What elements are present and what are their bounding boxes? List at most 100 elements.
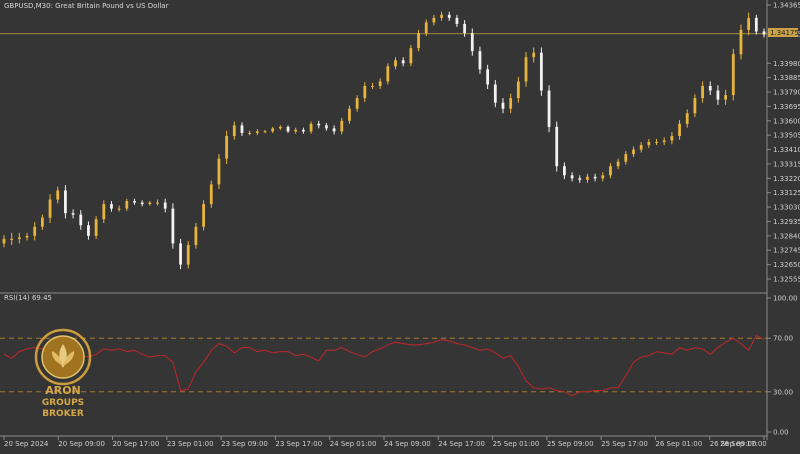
bull-candle[interactable] (125, 201, 129, 209)
bull-candle[interactable] (662, 140, 666, 142)
bear-candle[interactable] (171, 208, 175, 244)
bear-candle[interactable] (478, 51, 482, 70)
bull-candle[interactable] (524, 57, 528, 82)
bull-candle[interactable] (747, 17, 751, 30)
bear-candle[interactable] (447, 14, 451, 18)
bull-candle[interactable] (2, 238, 6, 244)
bear-candle[interactable] (593, 176, 597, 179)
bull-candle[interactable] (532, 52, 536, 58)
bear-candle[interactable] (547, 90, 551, 127)
bear-candle[interactable] (286, 126, 290, 132)
bull-candle[interactable] (731, 54, 735, 96)
bull-candle[interactable] (156, 202, 159, 204)
bear-candle[interactable] (463, 23, 467, 34)
bear-candle[interactable] (401, 60, 405, 64)
bull-candle[interactable] (194, 226, 198, 245)
bull-candle[interactable] (394, 60, 397, 67)
price-pane[interactable] (0, 11, 767, 270)
bear-candle[interactable] (563, 166, 566, 176)
bull-candle[interactable] (102, 204, 106, 220)
bull-candle[interactable] (186, 244, 190, 265)
bull-candle[interactable] (56, 190, 60, 200)
bull-candle[interactable] (371, 85, 374, 87)
time-axis[interactable]: 20 Sep 2024 20 Sep 09:00 20 Sep 17:00 23 Se… (3, 436, 767, 448)
bull-candle[interactable] (309, 123, 313, 132)
bull-candle[interactable] (440, 14, 443, 18)
price-axis[interactable]: 1.34365 1.34175 1.33980 1.33885 1.33790 1.336… (767, 2, 800, 284)
bull-candle[interactable] (17, 237, 21, 239)
bull-candle[interactable] (616, 161, 620, 167)
bear-candle[interactable] (301, 129, 305, 132)
bear-candle[interactable] (163, 202, 167, 209)
bear-candle[interactable] (470, 33, 474, 52)
bear-candle[interactable] (110, 204, 113, 209)
bear-candle[interactable] (578, 178, 582, 180)
bull-candle[interactable] (232, 125, 236, 136)
bull-candle[interactable] (655, 142, 658, 143)
bull-candle[interactable] (94, 219, 98, 236)
bull-candle[interactable] (348, 108, 351, 121)
bear-candle[interactable] (754, 17, 758, 32)
bull-candle[interactable] (647, 142, 651, 146)
bull-candle[interactable] (378, 81, 382, 86)
bear-candle[interactable] (317, 123, 321, 126)
bull-candle[interactable] (624, 154, 628, 162)
bull-candle[interactable] (739, 29, 743, 55)
bull-candle[interactable] (701, 85, 704, 99)
bull-candle[interactable] (25, 235, 29, 238)
bear-candle[interactable] (708, 85, 712, 91)
bear-candle[interactable] (71, 213, 75, 215)
bull-candle[interactable] (225, 135, 229, 159)
bear-candle[interactable] (179, 243, 182, 265)
bear-candle[interactable] (486, 69, 490, 85)
bear-candle[interactable] (762, 31, 766, 35)
bear-candle[interactable] (79, 214, 83, 226)
bull-candle[interactable] (601, 175, 605, 179)
bull-candle[interactable] (355, 98, 359, 109)
bear-candle[interactable] (555, 126, 559, 167)
bull-candle[interactable] (248, 132, 252, 134)
bull-candle[interactable] (294, 129, 298, 132)
bull-candle[interactable] (263, 131, 267, 133)
chart-canvas[interactable]: 1.34365 1.34175 1.33980 1.33885 1.33790 1.336… (0, 0, 800, 450)
bull-candle[interactable] (409, 48, 413, 64)
bull-candle[interactable] (632, 149, 635, 155)
bear-candle[interactable] (455, 17, 459, 24)
bull-candle[interactable] (670, 135, 674, 141)
bull-candle[interactable] (386, 66, 390, 82)
bear-candle[interactable] (87, 225, 90, 236)
bear-candle[interactable] (493, 84, 497, 103)
bear-candle[interactable] (133, 201, 136, 203)
bull-candle[interactable] (516, 81, 520, 99)
bear-candle[interactable] (570, 175, 574, 179)
bear-candle[interactable] (325, 125, 328, 129)
bull-candle[interactable] (209, 184, 213, 205)
bull-candle[interactable] (278, 126, 282, 129)
bull-candle[interactable] (685, 113, 689, 124)
bull-candle[interactable] (117, 208, 121, 210)
bear-candle[interactable] (140, 202, 144, 205)
bull-candle[interactable] (340, 120, 344, 132)
bull-candle[interactable] (639, 145, 643, 150)
bear-candle[interactable] (539, 52, 543, 91)
bull-candle[interactable] (255, 131, 259, 133)
bull-candle[interactable] (432, 17, 436, 23)
bull-candle[interactable] (424, 22, 428, 34)
bear-candle[interactable] (332, 128, 336, 132)
trading-chart[interactable]: 1.34365 1.34175 1.33980 1.33885 1.33790 1.336… (0, 0, 800, 450)
bull-candle[interactable] (724, 95, 728, 100)
bull-candle[interactable] (609, 166, 612, 176)
bull-candle[interactable] (217, 158, 221, 185)
bull-candle[interactable] (509, 98, 513, 109)
bear-candle[interactable] (64, 190, 67, 214)
bull-candle[interactable] (678, 123, 681, 136)
bull-candle[interactable] (10, 238, 14, 240)
bull-candle[interactable] (40, 217, 44, 227)
bear-candle[interactable] (501, 102, 505, 109)
bear-candle[interactable] (716, 90, 720, 100)
bull-candle[interactable] (48, 199, 52, 218)
rsi-pane[interactable] (0, 334, 767, 397)
bull-candle[interactable] (271, 128, 275, 132)
bull-candle[interactable] (693, 98, 697, 114)
bull-candle[interactable] (586, 176, 589, 180)
